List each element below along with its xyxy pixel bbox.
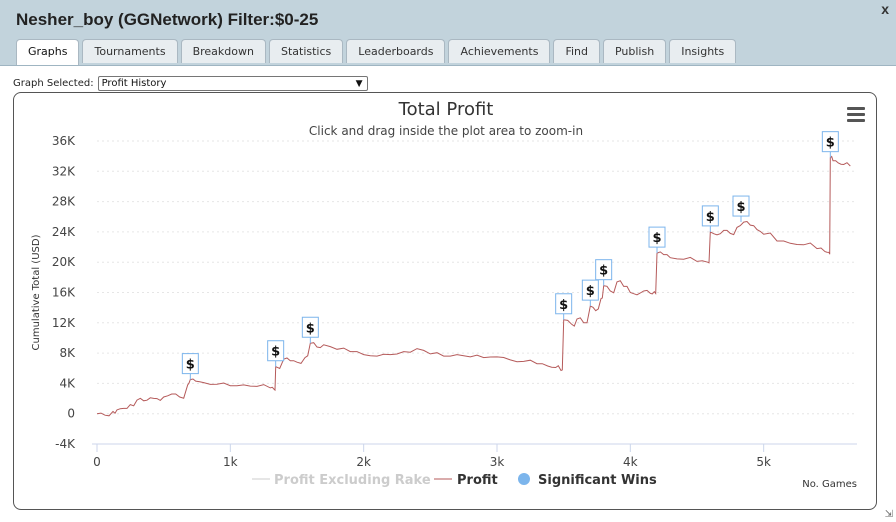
- legend-excluding-rake-label: Profit Excluding Rake: [274, 473, 431, 488]
- chart-plot[interactable]: -4K 0 4K 8K 12K 16K 20K 24K 28K 32K 36K 0 1k 2k 3k 4k 5k…: [14, 93, 878, 511]
- y-tick-label: 0: [67, 407, 75, 421]
- significant-win-label: $: [826, 136, 835, 151]
- x-tick-label: 3k: [490, 455, 505, 469]
- legend-significant-wins-swatch: [518, 473, 530, 485]
- legend-significant-wins-label: Significant Wins: [538, 473, 657, 488]
- x-tick-label: 1k: [223, 455, 238, 469]
- significant-win-label: $: [586, 284, 595, 299]
- y-tick-label: 20K: [52, 255, 76, 269]
- y-axis-label: Cumulative Total (USD): [31, 234, 42, 350]
- y-tick-label: 24K: [52, 225, 76, 239]
- graph-select[interactable]: Profit History ▼: [97, 75, 368, 91]
- graph-select-value: Profit History: [101, 77, 167, 89]
- significant-win-label: $: [271, 345, 280, 360]
- significant-win-label: $: [706, 210, 715, 225]
- tab-leaderboards[interactable]: Leaderboards: [346, 39, 446, 63]
- x-tick-label: 2k: [356, 455, 371, 469]
- significant-win-label: $: [652, 231, 661, 246]
- tab-find[interactable]: Find: [553, 39, 600, 63]
- y-tick-label: 36K: [52, 134, 76, 148]
- profit-series-line: [96, 155, 851, 417]
- y-tick-label: 12K: [52, 316, 76, 330]
- tab-tournaments[interactable]: Tournaments: [82, 39, 178, 63]
- significant-win-label: $: [306, 321, 315, 336]
- tab-graphs[interactable]: Graphs: [16, 39, 80, 65]
- tab-breakdown[interactable]: Breakdown: [180, 39, 266, 63]
- x-tick-label: 5k: [756, 455, 771, 469]
- tab-achievements[interactable]: Achievements: [448, 39, 551, 63]
- y-tick-label: -4K: [55, 437, 76, 451]
- x-tick-label: 4k: [623, 455, 638, 469]
- y-tick-label: 28K: [52, 195, 76, 209]
- x-axis-label: No. Games: [802, 479, 857, 490]
- chevron-down-icon: ▼: [355, 78, 363, 89]
- tab-statistics[interactable]: Statistics: [268, 39, 344, 63]
- close-icon[interactable]: x: [881, 1, 889, 17]
- y-tick-label: 16K: [52, 286, 76, 300]
- y-tick-label: 8K: [59, 346, 76, 360]
- tab-publish[interactable]: Publish: [602, 39, 667, 63]
- legend-profit-label: Profit: [457, 473, 498, 488]
- y-tick-label: 32K: [52, 164, 76, 178]
- x-tick-label: 0: [93, 455, 101, 469]
- tab-bar: Graphs Tournaments Breakdown Statistics …: [16, 39, 739, 65]
- graph-selector-row: Graph Selected: Profit History ▼: [13, 75, 368, 91]
- significant-win-label: $: [186, 358, 195, 373]
- chart-container[interactable]: Total Profit Click and drag inside the p…: [13, 92, 877, 510]
- window-header: Nesher_boy (GGNetwork) Filter:$0-25 x Gr…: [0, 0, 896, 66]
- graph-selector-label: Graph Selected:: [13, 77, 94, 89]
- significant-win-label: $: [599, 264, 608, 279]
- window-title: Nesher_boy (GGNetwork) Filter:$0-25: [16, 10, 319, 29]
- y-tick-label: 4K: [59, 376, 76, 390]
- tab-insights[interactable]: Insights: [669, 39, 737, 63]
- significant-win-label: $: [559, 298, 568, 313]
- significant-win-label: $: [736, 200, 745, 215]
- resize-handle-icon[interactable]: ⇲: [885, 509, 893, 520]
